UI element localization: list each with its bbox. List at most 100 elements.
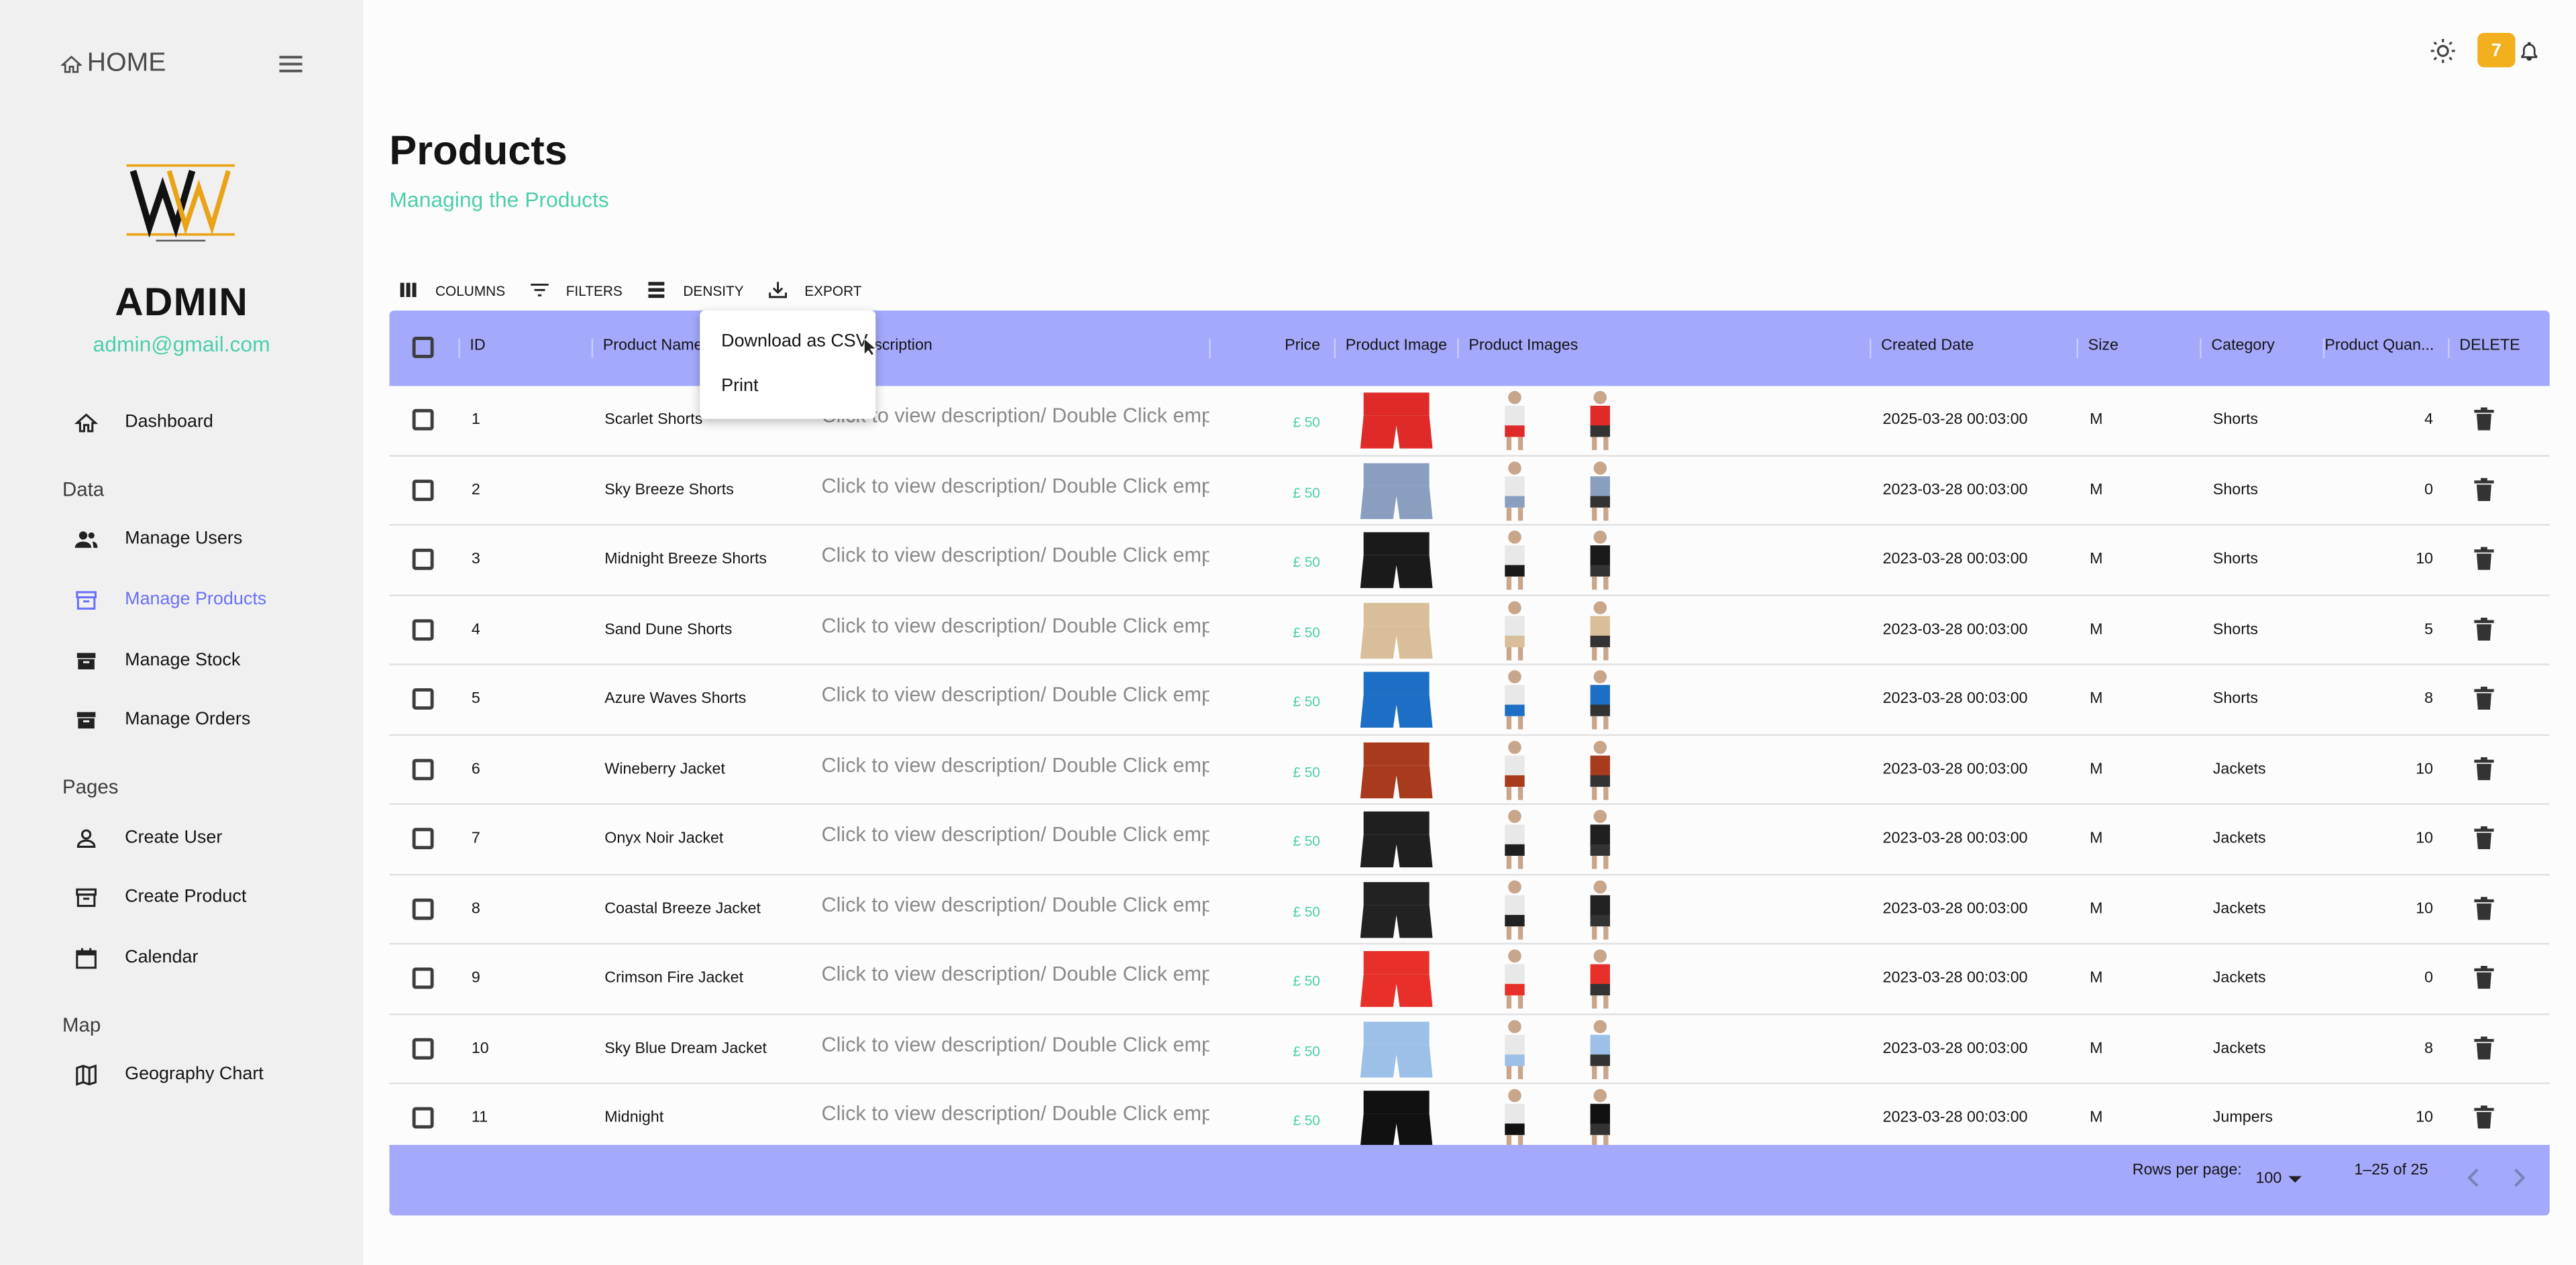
trash-icon[interactable] (2474, 407, 2494, 431)
row-checkbox[interactable] (412, 828, 434, 850)
cell-created-date: 2023-03-28 00:03:00 (1882, 759, 2028, 778)
header-product-name[interactable]: Product Name (603, 337, 703, 355)
hamburger-menu-icon[interactable] (279, 54, 303, 74)
table-row[interactable]: 5 Azure Waves Shorts Click to view descrip… (389, 665, 2550, 735)
previous-page-icon[interactable] (2464, 1166, 2480, 1189)
trash-icon[interactable] (2474, 547, 2494, 570)
columns-button[interactable]: COLUMNS (398, 279, 505, 300)
column-separator[interactable] (2076, 338, 2078, 358)
cell-description[interactable]: Click to view description/ Double Click … (822, 823, 1210, 846)
column-separator[interactable] (458, 338, 460, 358)
trash-icon[interactable] (2474, 686, 2494, 710)
cell-product-name: Midnight Breeze Shorts (604, 550, 767, 569)
trash-icon[interactable] (2474, 477, 2494, 500)
cell-description[interactable]: Click to view description/ Double Click … (822, 614, 1210, 637)
density-button[interactable]: DENSITY (645, 279, 744, 300)
row-checkbox[interactable] (412, 758, 434, 780)
download-csv-option[interactable]: Download as CSV (721, 332, 868, 351)
cell-description[interactable]: Click to view description/ Double Click … (822, 753, 1210, 776)
header-price[interactable]: Price (1285, 337, 1320, 355)
table-row[interactable]: 10 Sky Blue Dream Jacket Click to view des… (389, 1014, 2550, 1085)
header-created-date[interactable]: Created Date (1881, 337, 1974, 355)
sidebar-item-manage-products[interactable]: Manage Products (74, 583, 266, 616)
sidebar-item-create-user[interactable]: Create User (74, 822, 222, 855)
header-delete[interactable]: DELETE (2459, 337, 2520, 355)
table-row[interactable]: 9 Crimson Fire Jacket Click to view descri… (389, 944, 2550, 1015)
table-row[interactable]: 2 Sky Breeze Shorts Click to view descript… (389, 456, 2550, 526)
table-row[interactable]: 7 Onyx Noir Jacket Click to view descripti… (389, 805, 2550, 875)
trash-icon[interactable] (2474, 895, 2494, 920)
row-checkbox[interactable] (412, 548, 434, 570)
bell-icon[interactable] (2518, 40, 2540, 62)
header-size[interactable]: Size (2088, 337, 2118, 355)
sidebar-item-label: Calendar (125, 948, 199, 968)
cell-created-date: 2023-03-28 00:03:00 (1882, 1109, 2028, 1128)
table-row[interactable]: 3 Midnight Breeze Shorts Click to view des… (389, 526, 2550, 596)
header-category[interactable]: Category (2211, 337, 2274, 355)
row-checkbox[interactable] (412, 1107, 434, 1129)
sidebar-item-label: Manage Products (125, 590, 267, 610)
next-page-icon[interactable] (2512, 1166, 2528, 1189)
sidebar-item-geography-chart[interactable]: Geography Chart (74, 1058, 264, 1091)
header-product-images[interactable]: Product Images (1468, 337, 1578, 355)
cell-description[interactable]: Click to view description/ Double Click … (822, 963, 1210, 985)
column-separator[interactable] (2448, 338, 2450, 358)
sidebar: HOME ADMIN admin@gmail.com Dashboard Dat… (0, 0, 364, 1265)
sidebar-item-manage-users[interactable]: Manage Users (74, 522, 242, 555)
sidebar-item-manage-orders[interactable]: Manage Orders (74, 703, 250, 736)
table-row[interactable]: 11 Midnight Click to view description/ Dou… (389, 1084, 2549, 1145)
table-row[interactable]: 6 Wineberry Jacket Click to view descripti… (389, 735, 2550, 806)
trash-icon[interactable] (2474, 1105, 2494, 1129)
row-checkbox[interactable] (412, 618, 434, 640)
cell-quantity: 0 (2424, 969, 2433, 987)
cell-description[interactable]: Click to view description/ Double Click … (822, 474, 1210, 497)
header-product-image[interactable]: Product Image (1346, 337, 1447, 355)
row-checkbox[interactable] (412, 897, 434, 920)
cell-description[interactable]: Click to view description/ Double Click … (822, 683, 1210, 706)
cell-category: Jackets (2212, 969, 2266, 987)
notification-badge[interactable]: 7 (2477, 32, 2516, 68)
cell-description[interactable]: Click to view description/ Double Click … (822, 404, 1210, 427)
sidebar-item-calendar[interactable]: Calendar (74, 941, 198, 974)
row-checkbox[interactable] (412, 478, 434, 500)
rows-per-page-select[interactable]: 100 (2255, 1170, 2302, 1188)
row-checkbox[interactable] (412, 688, 434, 710)
row-checkbox[interactable] (412, 967, 434, 989)
cell-created-date: 2025-03-28 00:03:00 (1882, 410, 2028, 429)
table-row[interactable]: 4 Sand Dune Shorts Click to view descripti… (389, 596, 2550, 665)
column-separator[interactable] (2200, 338, 2202, 358)
light-mode-icon[interactable] (2430, 38, 2456, 64)
column-separator[interactable] (1209, 338, 1211, 358)
row-checkbox[interactable] (412, 408, 434, 431)
archive-icon (76, 590, 97, 609)
column-separator[interactable] (591, 338, 594, 358)
home-link[interactable]: HOME (60, 49, 166, 78)
header-product-quantity[interactable]: Product Quan... (2324, 337, 2434, 355)
header-id[interactable]: ID (470, 337, 485, 355)
pagination-range: 1–25 of 25 (2354, 1161, 2428, 1180)
print-option[interactable]: Print (721, 376, 758, 396)
trash-icon[interactable] (2474, 826, 2494, 850)
sidebar-item-manage-stock[interactable]: Manage Stock (74, 644, 240, 677)
trash-icon[interactable] (2474, 966, 2494, 989)
row-checkbox[interactable] (412, 1037, 434, 1059)
cell-id: 8 (471, 899, 480, 918)
export-button[interactable]: EXPORT (767, 279, 861, 300)
column-separator[interactable] (1334, 338, 1336, 358)
select-all-checkbox[interactable] (412, 337, 434, 358)
cell-description[interactable]: Click to view description/ Double Click … (822, 544, 1210, 567)
admin-email: admin@gmail.com (93, 331, 270, 357)
trash-icon[interactable] (2474, 1036, 2494, 1059)
filters-button[interactable]: FILTERS (528, 279, 623, 300)
column-separator[interactable] (1869, 338, 1872, 358)
product-model-image (1505, 600, 1525, 660)
sidebar-item-dashboard[interactable]: Dashboard (74, 406, 213, 439)
table-row[interactable]: 8 Coastal Breeze Jacket Click to view desc… (389, 875, 2550, 945)
trash-icon[interactable] (2474, 756, 2494, 780)
cell-description[interactable]: Click to view description/ Double Click … (822, 1032, 1210, 1055)
trash-icon[interactable] (2474, 616, 2494, 640)
column-separator[interactable] (1457, 338, 1459, 358)
sidebar-item-create-product[interactable]: Create Product (74, 881, 246, 914)
cell-description[interactable]: Click to view description/ Double Click … (822, 893, 1210, 916)
cell-description[interactable]: Click to view description/ Double Click … (822, 1102, 1210, 1125)
